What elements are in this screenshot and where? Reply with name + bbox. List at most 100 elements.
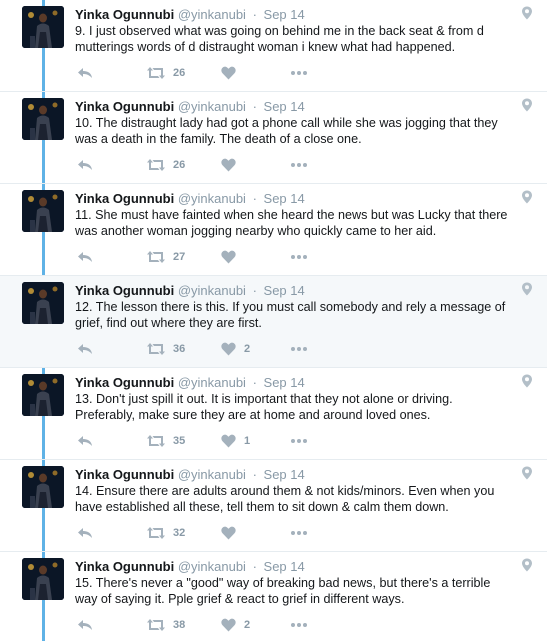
more-options-button[interactable]: [290, 249, 308, 265]
retweet-count: 27: [173, 251, 186, 263]
more-options-button[interactable]: [290, 65, 308, 81]
author-name[interactable]: Yinka Ogunnubi: [75, 191, 174, 206]
separator-dot: ·: [252, 7, 257, 22]
reply-button[interactable]: [77, 617, 93, 633]
tweet-actions: 36 2: [75, 341, 335, 357]
like-button[interactable]: [221, 65, 244, 81]
like-count: 2: [244, 619, 251, 631]
avatar[interactable]: [22, 190, 64, 232]
author-handle[interactable]: @yinkanubi: [178, 7, 246, 22]
reply-icon: [78, 160, 92, 170]
reply-button[interactable]: [77, 157, 93, 173]
tweet-date[interactable]: Sep 14: [264, 99, 305, 114]
avatar[interactable]: [22, 6, 64, 48]
avatar[interactable]: [22, 282, 64, 324]
like-button[interactable]: [221, 249, 244, 265]
tweet-header: Yinka Ogunnubi @yinkanubi · Sep 14: [75, 99, 305, 114]
retweet-icon: [147, 527, 165, 539]
tweet[interactable]: Yinka Ogunnubi @yinkanubi · Sep 14 9. I …: [0, 0, 547, 92]
author-handle[interactable]: @yinkanubi: [178, 559, 246, 574]
tweet[interactable]: Yinka Ogunnubi @yinkanubi · Sep 14 14. E…: [0, 460, 547, 552]
tweet-text: 15. There's never a "good" way of breaki…: [75, 576, 491, 606]
author-name[interactable]: Yinka Ogunnubi: [75, 559, 174, 574]
retweet-button[interactable]: 36: [147, 341, 185, 357]
tweet-actions: 26: [75, 157, 335, 173]
tweet-date[interactable]: Sep 14: [264, 191, 305, 206]
separator-dot: ·: [252, 99, 257, 114]
location-pin-icon[interactable]: [521, 190, 533, 204]
author-handle[interactable]: @yinkanubi: [178, 467, 246, 482]
reply-button[interactable]: [77, 433, 93, 449]
more-options-button[interactable]: [290, 525, 308, 541]
more-dots-icon: [291, 531, 307, 535]
heart-icon: [221, 66, 236, 80]
retweet-button[interactable]: 35: [147, 433, 185, 449]
tweet-date[interactable]: Sep 14: [264, 467, 305, 482]
location-pin-icon[interactable]: [521, 558, 533, 572]
like-count: 1: [244, 435, 251, 447]
avatar[interactable]: [22, 558, 64, 600]
tweet-actions: 35 1: [75, 433, 335, 449]
tweet-header: Yinka Ogunnubi @yinkanubi · Sep 14: [75, 283, 305, 298]
like-button[interactable]: 2: [221, 617, 250, 633]
like-button[interactable]: [221, 525, 244, 541]
heart-icon: [221, 526, 236, 540]
author-name[interactable]: Yinka Ogunnubi: [75, 467, 174, 482]
author-name[interactable]: Yinka Ogunnubi: [75, 375, 174, 390]
location-pin-icon[interactable]: [521, 374, 533, 388]
tweet[interactable]: Yinka Ogunnubi @yinkanubi · Sep 14 11. S…: [0, 184, 547, 276]
avatar[interactable]: [22, 466, 64, 508]
tweet-text: 9. I just observed what was going on beh…: [75, 24, 484, 54]
reply-button[interactable]: [77, 249, 93, 265]
retweet-icon: [147, 343, 165, 355]
retweet-count: 36: [173, 343, 186, 355]
author-name[interactable]: Yinka Ogunnubi: [75, 7, 174, 22]
location-pin-icon[interactable]: [521, 98, 533, 112]
author-name[interactable]: Yinka Ogunnubi: [75, 99, 174, 114]
author-handle[interactable]: @yinkanubi: [178, 191, 246, 206]
more-dots-icon: [291, 255, 307, 259]
retweet-count: 35: [173, 435, 186, 447]
like-button[interactable]: 1: [221, 433, 250, 449]
author-name[interactable]: Yinka Ogunnubi: [75, 283, 174, 298]
like-button[interactable]: [221, 157, 244, 173]
retweet-button[interactable]: 38: [147, 617, 185, 633]
tweet-date[interactable]: Sep 14: [264, 7, 305, 22]
tweet-actions: 27: [75, 249, 335, 265]
reply-button[interactable]: [77, 65, 93, 81]
reply-icon: [78, 528, 92, 538]
author-handle[interactable]: @yinkanubi: [178, 283, 246, 298]
author-handle[interactable]: @yinkanubi: [178, 375, 246, 390]
retweet-button[interactable]: 26: [147, 157, 185, 173]
more-dots-icon: [291, 439, 307, 443]
author-handle[interactable]: @yinkanubi: [178, 99, 246, 114]
tweet-date[interactable]: Sep 14: [264, 559, 305, 574]
tweet[interactable]: Yinka Ogunnubi @yinkanubi · Sep 14 15. T…: [0, 552, 547, 644]
more-options-button[interactable]: [290, 617, 308, 633]
location-pin-icon[interactable]: [521, 6, 533, 20]
tweet-header: Yinka Ogunnubi @yinkanubi · Sep 14: [75, 559, 305, 574]
retweet-button[interactable]: 26: [147, 65, 185, 81]
tweet[interactable]: Yinka Ogunnubi @yinkanubi · Sep 14 12. T…: [0, 276, 547, 368]
retweet-button[interactable]: 27: [147, 249, 185, 265]
retweet-icon: [147, 67, 165, 79]
more-options-button[interactable]: [290, 341, 308, 357]
retweet-button[interactable]: 32: [147, 525, 185, 541]
retweet-count: 26: [173, 159, 186, 171]
tweet-actions: 38 2: [75, 617, 335, 633]
like-button[interactable]: 2: [221, 341, 250, 357]
tweet-date[interactable]: Sep 14: [264, 283, 305, 298]
more-dots-icon: [291, 623, 307, 627]
tweet-date[interactable]: Sep 14: [264, 375, 305, 390]
reply-button[interactable]: [77, 341, 93, 357]
avatar[interactable]: [22, 374, 64, 416]
avatar[interactable]: [22, 98, 64, 140]
retweet-icon: [147, 619, 165, 631]
tweet[interactable]: Yinka Ogunnubi @yinkanubi · Sep 14 10. T…: [0, 92, 547, 184]
reply-button[interactable]: [77, 525, 93, 541]
location-pin-icon[interactable]: [521, 466, 533, 480]
more-options-button[interactable]: [290, 433, 308, 449]
location-pin-icon[interactable]: [521, 282, 533, 296]
more-options-button[interactable]: [290, 157, 308, 173]
tweet[interactable]: Yinka Ogunnubi @yinkanubi · Sep 14 13. D…: [0, 368, 547, 460]
